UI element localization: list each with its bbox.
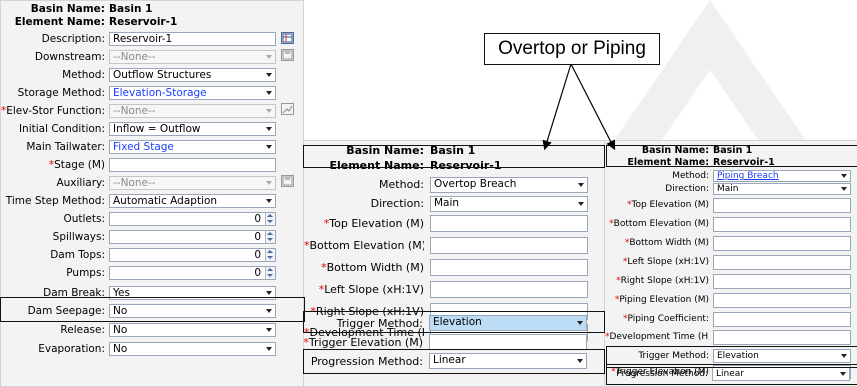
callout-arrows	[542, 63, 616, 151]
arrow-to-piping	[570, 63, 616, 151]
arrow-to-overtop	[542, 63, 572, 151]
